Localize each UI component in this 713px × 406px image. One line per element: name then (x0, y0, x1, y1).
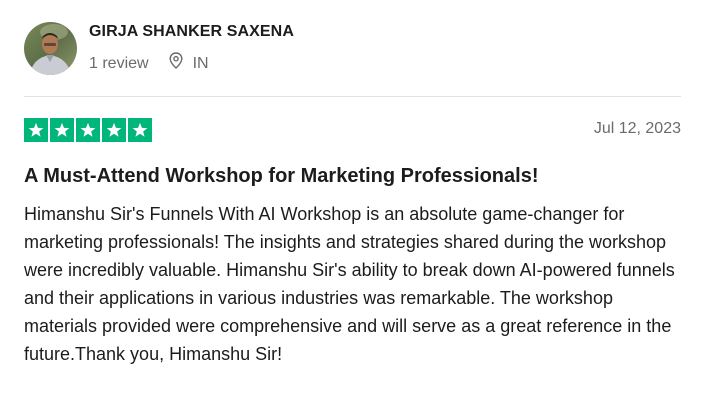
star-icon (50, 118, 74, 142)
star-icon (102, 118, 126, 142)
review-count: 1 review (89, 54, 149, 72)
review-card: GIRJA SHANKER SAXENA 1 review IN Jul 12,… (0, 0, 713, 406)
star-icon (128, 118, 152, 142)
review-date: Jul 12, 2023 (593, 120, 681, 137)
avatar[interactable] (24, 21, 77, 75)
review-title[interactable]: A Must-Attend Workshop for Marketing Pro… (24, 164, 538, 188)
star-icon (24, 118, 48, 142)
reviewer-name[interactable]: GIRJA SHANKER SAXENA (89, 22, 294, 42)
reviewer-header: GIRJA SHANKER SAXENA 1 review IN (24, 21, 294, 75)
reviewer-info: GIRJA SHANKER SAXENA 1 review IN (89, 21, 294, 75)
reviewer-meta: 1 review IN (89, 52, 294, 75)
location-pin-icon (169, 52, 193, 75)
divider (24, 96, 681, 97)
reviewer-country: IN (192, 54, 209, 72)
reviewer-location: IN (169, 52, 209, 75)
review-body: Himanshu Sir's Funnels With AI Workshop … (24, 204, 675, 364)
star-icon (76, 118, 100, 142)
star-rating (24, 118, 152, 142)
